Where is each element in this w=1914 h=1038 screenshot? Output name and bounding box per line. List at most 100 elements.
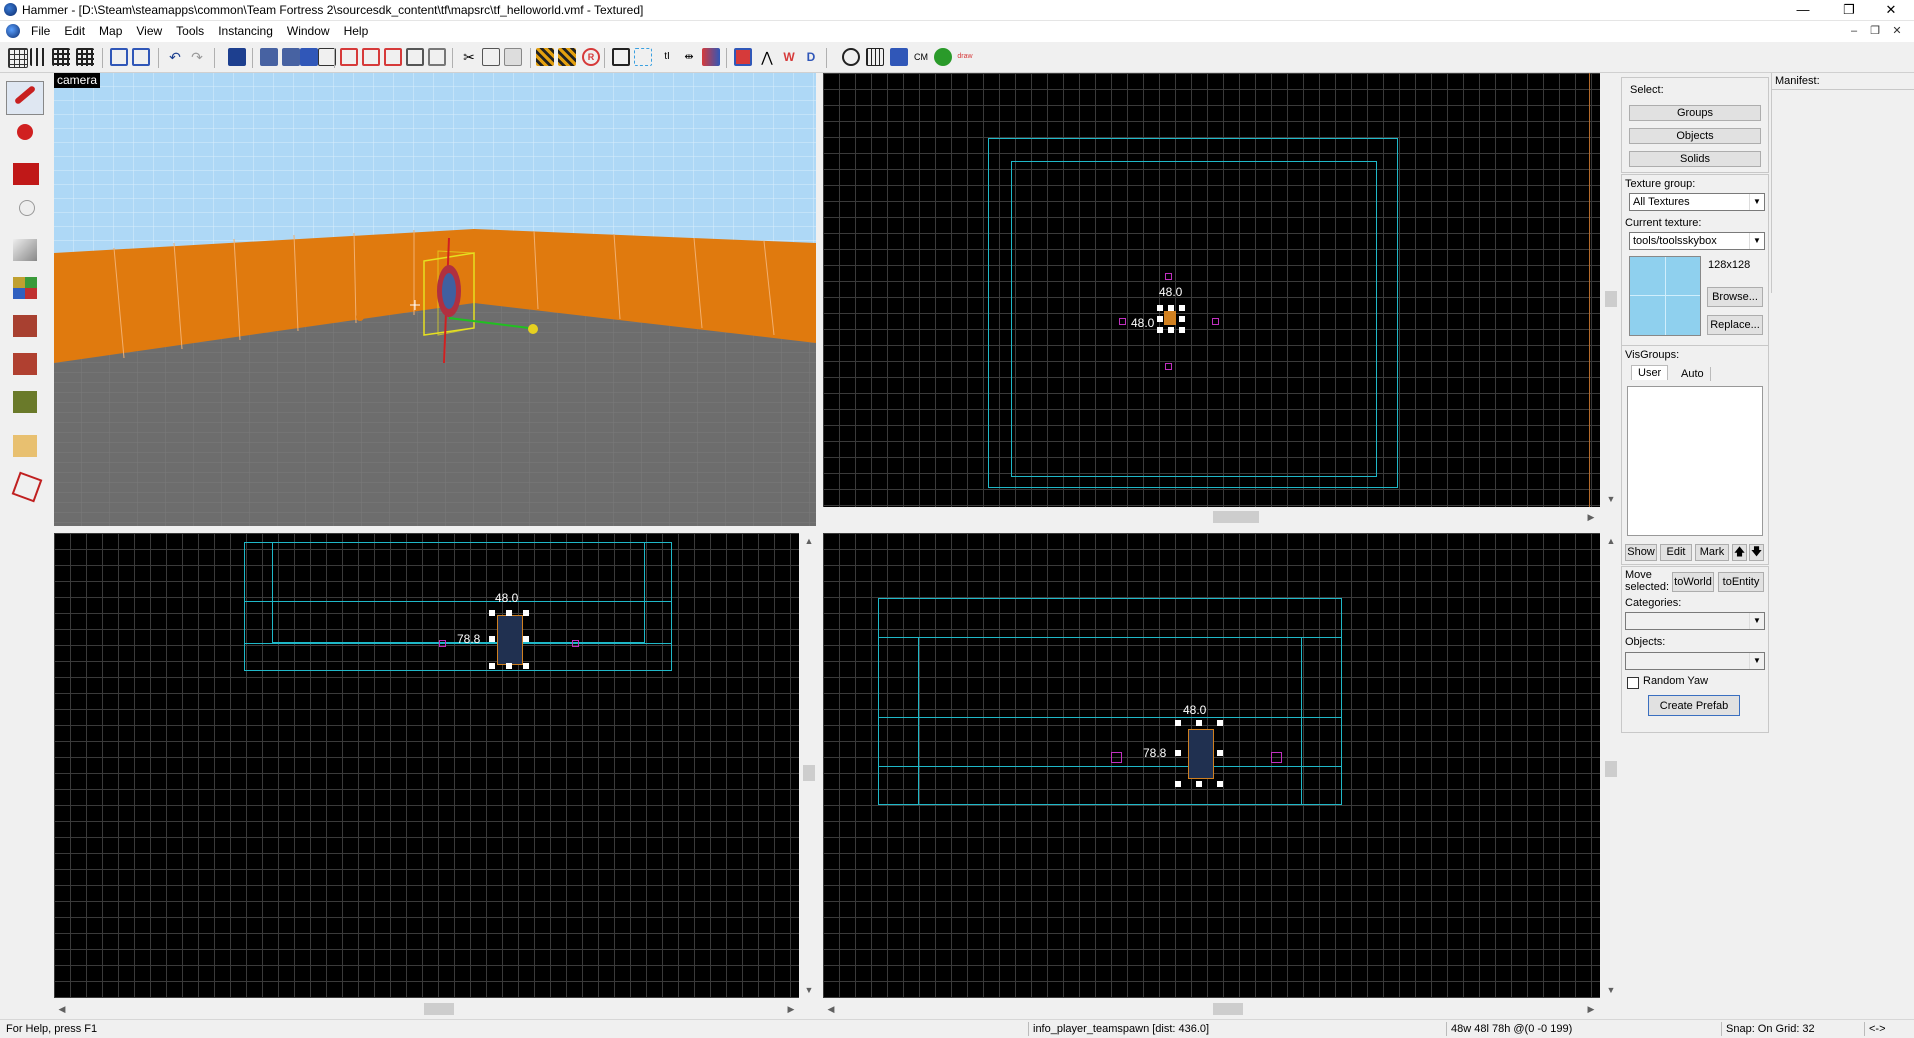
menu-view[interactable]: View xyxy=(129,21,169,42)
models-icon[interactable] xyxy=(866,48,884,66)
hollow-icon[interactable] xyxy=(260,48,278,66)
visgroup-icon[interactable] xyxy=(406,48,424,66)
lighting-icon[interactable] xyxy=(890,48,908,66)
hide-selected-icon[interactable] xyxy=(340,48,358,66)
resize-handle[interactable] xyxy=(1157,305,1163,311)
rotation-handle[interactable] xyxy=(1165,363,1172,370)
make-hollow-icon[interactable] xyxy=(300,48,318,66)
texture-align-icon[interactable]: tI xyxy=(658,48,676,66)
scroll-right-icon[interactable]: ▶ xyxy=(1583,509,1599,525)
front-viewport-vscroll[interactable]: ▲ ▼ xyxy=(801,533,817,998)
flip-icon[interactable]: ⇹ xyxy=(680,48,698,66)
decal-tool[interactable] xyxy=(6,347,44,381)
cordon-button[interactable]: CM xyxy=(912,48,930,66)
clip-icon[interactable] xyxy=(282,48,300,66)
rotation-handle[interactable] xyxy=(1119,318,1126,325)
scroll-up-icon[interactable]: ▲ xyxy=(801,533,817,549)
select-solids-button[interactable]: Solids xyxy=(1629,151,1761,167)
resize-handle[interactable] xyxy=(1175,720,1181,726)
selection-box-icon[interactable] xyxy=(612,48,630,66)
clipping-tool[interactable] xyxy=(6,429,44,463)
texture-group-dropdown[interactable]: All Textures ▼ xyxy=(1629,193,1765,211)
camera-viewport[interactable]: camera xyxy=(54,73,816,526)
scroll-left-icon[interactable]: ◀ xyxy=(823,1001,839,1017)
top-2d-viewport[interactable]: 48.0 48.0 xyxy=(823,73,1600,507)
scroll-left-icon[interactable]: ◀ xyxy=(54,1001,70,1017)
tab-user[interactable]: User xyxy=(1631,365,1669,380)
mdi-close-button[interactable]: ✕ xyxy=(1888,23,1906,39)
rotation-handle[interactable] xyxy=(1271,752,1282,763)
scroll-right-icon[interactable]: ▶ xyxy=(783,1001,799,1017)
entity-tool[interactable] xyxy=(6,195,44,229)
random-yaw-checkbox[interactable] xyxy=(1627,677,1639,689)
resize-handle[interactable] xyxy=(1175,781,1181,787)
top-viewport-vscroll[interactable]: ▼ xyxy=(1603,73,1619,507)
document-icon[interactable] xyxy=(6,24,20,38)
visgroups-list[interactable] xyxy=(1627,386,1763,536)
block-tool[interactable] xyxy=(6,233,44,267)
categories-dropdown[interactable]: ▼ xyxy=(1625,612,1765,630)
cut-icon[interactable]: ✂ xyxy=(460,48,478,66)
sphere-icon[interactable] xyxy=(842,48,860,66)
mdi-restore-button[interactable]: ❐ xyxy=(1866,23,1884,39)
resize-handle[interactable] xyxy=(1196,720,1202,726)
overlay-tool[interactable] xyxy=(6,385,44,419)
resize-handle[interactable] xyxy=(1168,327,1174,333)
redo-icon[interactable]: ↷ xyxy=(188,48,206,66)
visgroup-mark-button[interactable]: Mark xyxy=(1695,544,1729,561)
scroll-up-icon[interactable]: ▲ xyxy=(1603,533,1619,549)
camera-tool[interactable] xyxy=(6,157,44,191)
resize-handle[interactable] xyxy=(489,663,495,669)
resize-handle[interactable] xyxy=(1157,316,1163,322)
minimize-button[interactable]: — xyxy=(1780,0,1826,20)
current-texture-dropdown[interactable]: tools/toolsskybox ▼ xyxy=(1629,232,1765,250)
resize-handle[interactable] xyxy=(489,610,495,616)
menu-map[interactable]: Map xyxy=(92,21,129,42)
entity-report-icon[interactable] xyxy=(934,48,952,66)
objects-dropdown[interactable]: ▼ xyxy=(1625,652,1765,670)
move-visgroup-icon[interactable] xyxy=(428,48,446,66)
resize-handle[interactable] xyxy=(1217,720,1223,726)
undo-icon[interactable]: ↶ xyxy=(166,48,184,66)
run-map-icon[interactable]: R xyxy=(582,48,600,66)
hide-unselected-icon[interactable] xyxy=(362,48,380,66)
magnify-tool[interactable] xyxy=(6,119,44,153)
replace-button[interactable]: Replace... xyxy=(1707,315,1763,335)
resize-handle[interactable] xyxy=(1217,781,1223,787)
rotation-handle[interactable] xyxy=(439,640,446,647)
resize-handle[interactable] xyxy=(1179,327,1185,333)
copy-icon[interactable] xyxy=(482,48,500,66)
tab-auto[interactable]: Auto xyxy=(1675,367,1711,381)
menu-edit[interactable]: Edit xyxy=(57,21,92,42)
close-button[interactable]: ✕ xyxy=(1868,0,1914,20)
to-entity-button[interactable]: toEntity xyxy=(1718,572,1764,592)
ungroup-icon[interactable] xyxy=(132,48,150,66)
browse-button[interactable]: Browse... xyxy=(1707,287,1763,307)
visgroup-edit-button[interactable]: Edit xyxy=(1660,544,1692,561)
mdi-minimize-button[interactable]: – xyxy=(1845,23,1863,39)
resize-handle[interactable] xyxy=(1179,305,1185,311)
align-icon[interactable] xyxy=(702,48,720,66)
apply-current-texture-tool[interactable] xyxy=(6,309,44,343)
group-icon[interactable] xyxy=(110,48,128,66)
cubemaps-icon[interactable]: D xyxy=(802,48,820,66)
resize-handle[interactable] xyxy=(1196,781,1202,787)
resize-handle[interactable] xyxy=(1157,327,1163,333)
rotation-handle[interactable] xyxy=(1165,273,1172,280)
front-viewport-hscroll[interactable]: ◀ ▶ xyxy=(54,1001,799,1017)
side-viewport-vscroll[interactable]: ▲ ▼ xyxy=(1603,533,1619,998)
select-groups-button[interactable]: Groups xyxy=(1629,105,1761,121)
to-entity-icon[interactable] xyxy=(536,48,554,66)
move-up-icon[interactable]: 🡅 xyxy=(1732,544,1747,561)
menu-tools[interactable]: Tools xyxy=(169,21,211,42)
menu-help[interactable]: Help xyxy=(337,21,376,42)
side-viewport-hscroll[interactable]: ◀ ▶ xyxy=(823,1001,1600,1017)
scroll-right-icon[interactable]: ▶ xyxy=(1583,1001,1599,1017)
resize-handle[interactable] xyxy=(523,636,529,642)
menu-instancing[interactable]: Instancing xyxy=(211,21,280,42)
visgroup-show-button[interactable]: Show xyxy=(1625,544,1657,561)
menu-window[interactable]: Window xyxy=(280,21,337,42)
scroll-down-icon[interactable]: ▼ xyxy=(1603,982,1619,998)
selection-tool[interactable] xyxy=(6,81,44,115)
larger-grid-icon[interactable] xyxy=(76,48,94,66)
